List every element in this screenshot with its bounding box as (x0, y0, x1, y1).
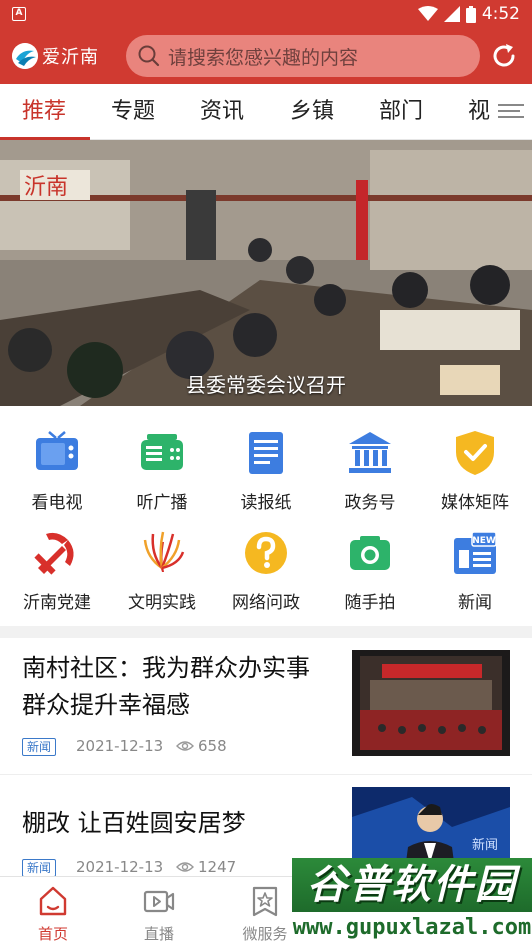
nav-label: 首页 (37, 925, 68, 943)
app-header: 爱沂南 请搜索您感兴趣的内容 (0, 28, 532, 84)
shortcut-gov-account[interactable]: 政务号 (317, 406, 423, 513)
watermark-title: 谷普软件园 (292, 858, 532, 912)
app-logo[interactable]: 爱沂南 (12, 43, 122, 69)
radio-icon (141, 434, 183, 470)
news-title: 南村社区：我为群众办实事 群众提升幸福感 (22, 650, 340, 724)
news-list-item[interactable]: 南村社区：我为群众办实事 群众提升幸福感 新闻 2021-12-13 658 (0, 638, 532, 774)
tab-recommend[interactable]: 推荐 (22, 84, 66, 140)
shortcut-label: 网络问政 (232, 593, 300, 613)
tab-video[interactable]: 视 (468, 84, 490, 140)
home-icon (39, 886, 67, 916)
party-emblem-icon (34, 532, 74, 575)
tab-departments[interactable]: 部门 (379, 84, 423, 140)
video-icon (143, 890, 175, 913)
newspaper-icon (249, 432, 283, 474)
question-icon (245, 532, 287, 574)
search-icon (138, 45, 160, 67)
site-watermark: 谷普软件园 www.gupuxlazal.com (292, 858, 532, 944)
thumb-news-text: 新闻 (472, 837, 498, 853)
tab-towns[interactable]: 乡镇 (290, 84, 334, 140)
news-view-count: 1247 (198, 858, 237, 876)
news-title-line: 南村社区：我为群众办实事 (22, 654, 310, 682)
nav-home[interactable]: 首页 (0, 877, 106, 944)
news-title-line: 群众提升幸福感 (22, 691, 190, 719)
news-category-tag: 新闻 (22, 738, 57, 756)
shortcut-tv[interactable]: 看电视 (4, 406, 110, 513)
watermark-url: www.gupuxlazal.com (292, 912, 532, 944)
news-views: 1247 (176, 858, 236, 876)
banner-photo: 沂南 (0, 140, 532, 406)
search-input[interactable]: 请搜索您感兴趣的内容 (126, 35, 480, 77)
nav-live[interactable]: 直播 (106, 877, 212, 944)
news-views: 658 (176, 737, 227, 755)
logo-mark-icon (12, 43, 38, 69)
shortcut-newspaper[interactable]: 读报纸 (213, 406, 319, 513)
cell-signal-icon (443, 6, 460, 22)
news-title: 棚改 让百姓圆安居梦 (22, 809, 246, 837)
news-category-tag: 新闻 (22, 859, 57, 876)
eye-icon (176, 862, 194, 872)
shortcut-radio[interactable]: 听广播 (109, 406, 215, 513)
camera-icon (350, 536, 390, 570)
channel-tabs: 推荐 专题 资讯 乡镇 部门 视 (0, 84, 532, 140)
status-bar: A 4:52 (0, 0, 532, 28)
status-indicators: 4:52 (417, 4, 520, 24)
search-placeholder: 请搜索您感兴趣的内容 (168, 46, 359, 69)
banner-carousel[interactable]: 沂南 县委常委会议召开 (0, 140, 532, 406)
shortcut-civilization[interactable]: 文明实践 (109, 506, 215, 613)
shortcut-label: 文明实践 (128, 593, 196, 613)
banner-caption: 县委常委会议召开 (186, 373, 346, 397)
status-time: 4:52 (481, 4, 520, 24)
shortcut-grid: 看电视 听广播 读报纸 政务号 媒体矩阵 沂南党建 文明实践 网络问政 随手拍 … (0, 406, 532, 626)
wifi-icon (417, 6, 438, 21)
tab-news[interactable]: 资讯 (200, 84, 244, 140)
star-bookmark-icon (252, 886, 278, 917)
wall-sign-text: 沂南 (24, 175, 68, 200)
news-date: 2021-12-13 (76, 737, 164, 755)
shortcut-label: 新闻 (458, 593, 492, 613)
logo-text: 爱沂南 (42, 47, 99, 68)
battery-icon (465, 5, 476, 23)
civilization-emblem-icon (143, 531, 185, 572)
shortcut-label: 沂南党建 (23, 593, 91, 613)
news-view-count: 658 (198, 737, 227, 755)
tab-menu-icon[interactable] (494, 100, 524, 124)
refresh-icon[interactable] (490, 42, 518, 70)
section-divider (0, 626, 532, 638)
news-thumbnail (352, 650, 510, 756)
shortcut-label: 随手拍 (344, 593, 396, 613)
news-date: 2021-12-13 (76, 858, 164, 876)
shortcut-party-building[interactable]: 沂南党建 (4, 506, 110, 613)
nav-label: 直播 (143, 925, 174, 943)
shortcut-news[interactable]: NEW 新闻 (422, 506, 528, 613)
tv-icon (36, 431, 78, 470)
government-building-icon (349, 432, 391, 473)
news-icon: NEW (454, 531, 497, 574)
shortcut-snapshot[interactable]: 随手拍 (317, 506, 423, 613)
app-notification-icon: A (12, 7, 26, 21)
shortcut-online-politics[interactable]: 网络问政 (213, 506, 319, 613)
shield-check-icon (456, 431, 494, 475)
news-badge-text: NEW (472, 536, 496, 546)
tab-topics[interactable]: 专题 (111, 84, 155, 140)
eye-icon (176, 741, 194, 751)
shortcut-media-matrix[interactable]: 媒体矩阵 (422, 406, 528, 513)
